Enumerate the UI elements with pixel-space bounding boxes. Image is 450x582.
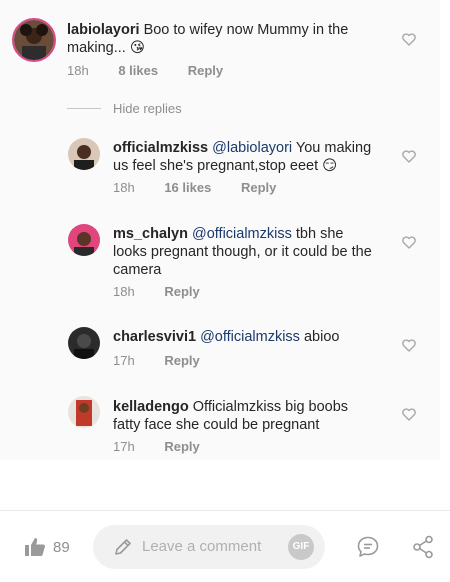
comment-meta: 18h Reply bbox=[113, 284, 226, 299]
comment-meta: 18h 16 likes Reply bbox=[113, 180, 302, 195]
hide-replies-label: Hide replies bbox=[113, 101, 182, 116]
comment-text: ms_chalyn @officialmzkiss tbh she looks … bbox=[113, 225, 403, 279]
comment-text: kelladengo Officialmzkiss big boobs fatt… bbox=[113, 398, 403, 434]
comment-text: charlesvivi1 @officialmzkiss abioo bbox=[113, 328, 403, 346]
thumbs-up-icon[interactable] bbox=[24, 537, 46, 557]
heart-icon[interactable] bbox=[402, 339, 416, 352]
comment-body: fatty face she could be pregnant bbox=[113, 417, 320, 433]
comment-text: labiolayori Boo to wifey now Mummy in th… bbox=[67, 21, 397, 57]
comment-mention[interactable]: @officialmzkiss bbox=[200, 329, 300, 345]
comment-body: camera bbox=[113, 262, 162, 278]
comment-meta: 17h Reply bbox=[113, 439, 226, 454]
heart-icon[interactable] bbox=[402, 150, 416, 163]
avatar[interactable] bbox=[68, 396, 100, 428]
comment-body: making... 😘 bbox=[67, 40, 145, 56]
comment-likes[interactable]: 16 likes bbox=[164, 180, 211, 195]
heart-icon[interactable] bbox=[402, 408, 416, 421]
comment-username[interactable]: kelladengo bbox=[113, 399, 189, 415]
comment-username[interactable]: labiolayori bbox=[67, 22, 140, 38]
comment-body: abioo bbox=[299, 329, 340, 345]
heart-icon[interactable] bbox=[402, 236, 416, 249]
comment-text: officialmzkiss @labiolayori You making u… bbox=[113, 139, 403, 175]
comment-meta: 17h Reply bbox=[113, 353, 226, 368]
reply-button[interactable]: Reply bbox=[188, 63, 223, 78]
comments-panel: labiolayori Boo to wifey now Mummy in th… bbox=[0, 0, 440, 460]
comment-time: 18h bbox=[67, 63, 89, 78]
avatar[interactable] bbox=[12, 18, 56, 62]
like-count: 89 bbox=[53, 539, 70, 556]
comment-body: You making bbox=[292, 140, 372, 156]
comment-body: Officialmzkiss big boobs bbox=[192, 399, 349, 415]
comment-body: Boo to wifey now Mummy in the bbox=[143, 22, 349, 38]
share-icon[interactable] bbox=[412, 535, 434, 559]
reply-button[interactable]: Reply bbox=[241, 180, 276, 195]
comment-mention[interactable]: @labiolayori bbox=[212, 140, 292, 156]
reply-button[interactable]: Reply bbox=[164, 439, 199, 454]
hide-replies-button[interactable]: Hide replies bbox=[67, 101, 182, 116]
gif-button[interactable]: GIF bbox=[288, 534, 314, 560]
pencil-icon bbox=[113, 537, 133, 557]
comment-meta: 18h 8 likes Reply bbox=[67, 63, 249, 78]
comment-username[interactable]: officialmzkiss bbox=[113, 140, 208, 156]
reply-button[interactable]: Reply bbox=[164, 284, 199, 299]
comment-time: 18h bbox=[113, 284, 135, 299]
comment-body: tbh she bbox=[291, 226, 344, 242]
divider bbox=[67, 108, 101, 109]
comment-mention[interactable]: @officialmzkiss bbox=[192, 226, 292, 242]
comment-time: 17h bbox=[113, 439, 135, 454]
comment-username[interactable]: charlesvivi1 bbox=[113, 329, 196, 345]
chat-bubble-icon[interactable] bbox=[356, 535, 380, 559]
heart-icon[interactable] bbox=[402, 33, 416, 46]
comment-time: 18h bbox=[113, 180, 135, 195]
comment-username[interactable]: ms_chalyn bbox=[113, 226, 188, 242]
bottom-action-bar: 89 Leave a comment GIF bbox=[0, 510, 450, 582]
comment-body: us feel she's pregnant,stop eeet 😏 bbox=[113, 158, 338, 174]
comment-body: looks pregnant though, or it could be th… bbox=[113, 244, 372, 260]
comment-likes[interactable]: 8 likes bbox=[118, 63, 158, 78]
avatar[interactable] bbox=[68, 224, 100, 256]
comment-placeholder: Leave a comment bbox=[142, 538, 262, 555]
avatar[interactable] bbox=[68, 138, 100, 170]
reply-button[interactable]: Reply bbox=[164, 353, 199, 368]
avatar[interactable] bbox=[68, 327, 100, 359]
comment-time: 17h bbox=[113, 353, 135, 368]
comment-input[interactable]: Leave a comment GIF bbox=[93, 525, 325, 569]
